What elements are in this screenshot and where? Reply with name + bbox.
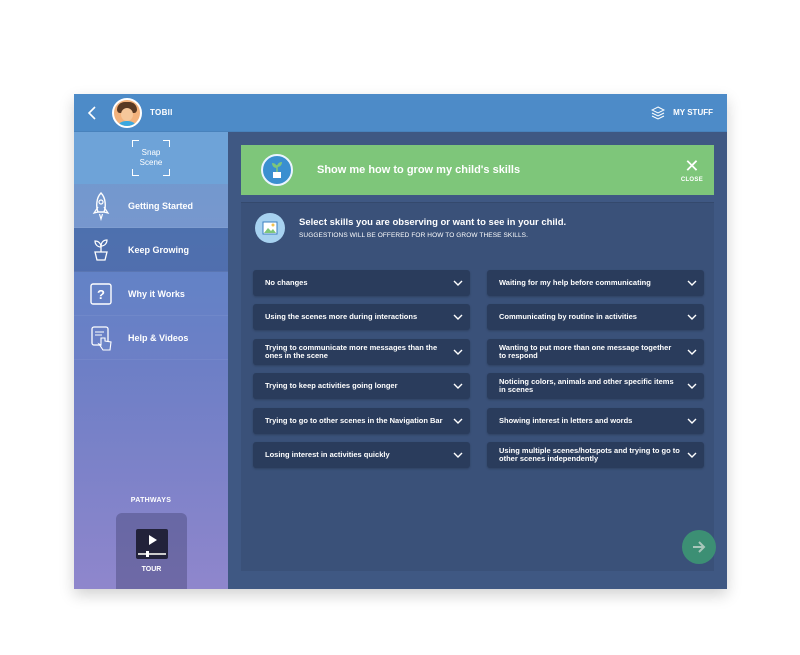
chevron-down-icon <box>680 280 704 286</box>
avatar-face <box>121 107 133 121</box>
chevron-down-icon <box>680 383 704 389</box>
plant-icon <box>74 238 128 262</box>
sidebar-item-label: Keep Growing <box>128 244 190 255</box>
skill-label: Using the scenes more during interaction… <box>265 311 418 321</box>
skill-dropdown[interactable]: Trying to go to other scenes in the Navi… <box>253 408 470 434</box>
hand-touch-icon <box>74 325 128 351</box>
skill-dropdown[interactable]: Waiting for my help before communicating <box>487 270 704 296</box>
snap-scene-logo: Snap Scene <box>132 140 170 176</box>
skill-label: Communicating by routine in activities <box>499 311 637 321</box>
chevron-down-icon <box>446 418 470 424</box>
skill-dropdown[interactable]: Wanting to put more than one message tog… <box>487 339 704 365</box>
back-button[interactable] <box>78 94 106 132</box>
chevron-down-icon <box>446 314 470 320</box>
skill-dropdown[interactable]: Showing interest in letters and words <box>487 408 704 434</box>
skill-label: Losing interest in activities quickly <box>265 449 390 459</box>
chevron-down-icon <box>446 280 470 286</box>
skill-label: Using multiple scenes/hotspots and tryin… <box>499 445 680 463</box>
rocket-icon <box>74 191 128 221</box>
user-name: TOBII <box>150 108 173 117</box>
sidebar-item-label: Help & Videos <box>128 332 189 343</box>
skill-dropdown[interactable]: Communicating by routine in activities <box>487 304 704 330</box>
skill-label: Waiting for my help before communicating <box>499 277 651 287</box>
panel-title: Select skills you are observing or want … <box>299 217 567 228</box>
skill-dropdown[interactable]: No changes <box>253 270 470 296</box>
pathways-label: PATHWAYS <box>130 497 172 504</box>
skill-label: Trying to communicate more messages than… <box>265 342 438 360</box>
top-bar: TOBII MY STUFF <box>74 94 727 132</box>
logo-area: Snap Scene <box>74 132 228 184</box>
skill-label: Wanting to put more than one message tog… <box>499 342 672 360</box>
chevron-down-icon <box>680 452 704 458</box>
panel-subtitle: SUGGESTIONS WILL BE OFFERED FOR HOW TO G… <box>299 232 529 239</box>
main-content: Show me how to grow my child's skills ✕ … <box>228 132 727 589</box>
chevron-down-icon <box>680 349 704 355</box>
header-banner: Show me how to grow my child's skills ✕ … <box>241 145 714 195</box>
arrow-right-icon <box>693 541 706 553</box>
chevron-down-icon <box>446 452 470 458</box>
skill-label: Trying to go to other scenes in the Navi… <box>265 415 443 425</box>
panel-header: Select skills you are observing or want … <box>255 213 566 243</box>
sidebar-item-getting-started[interactable]: Getting Started <box>74 184 228 228</box>
logo-line2: Scene <box>139 158 163 167</box>
skill-dropdown[interactable]: Trying to keep activities going longer <box>253 373 470 399</box>
skill-dropdown[interactable]: Using the scenes more during interaction… <box>253 304 470 330</box>
sidebar: Snap Scene Getting Started Keep Growing … <box>74 132 228 589</box>
sidebar-item-why-it-works[interactable]: ? Why it Works <box>74 272 228 316</box>
chevron-down-icon <box>446 349 470 355</box>
sidebar-item-help-videos[interactable]: Help & Videos <box>74 316 228 360</box>
sidebar-item-label: Getting Started <box>128 200 194 211</box>
my-stuff-label: MY STUFF <box>673 108 713 117</box>
chevron-down-icon <box>680 418 704 424</box>
avatar[interactable] <box>112 97 142 128</box>
tour-label: TOUR <box>141 566 162 573</box>
app-window: TOBII MY STUFF Snap Scene Getting Starte… <box>74 94 727 589</box>
layers-icon <box>651 105 666 120</box>
video-player-icon <box>135 529 168 559</box>
logo-line1: Snap <box>141 148 161 157</box>
plant-pot-icon <box>261 154 293 186</box>
chevron-down-icon <box>446 383 470 389</box>
tour-button[interactable]: TOUR <box>116 513 187 589</box>
avatar-shirt <box>116 120 138 126</box>
chevron-down-icon <box>680 314 704 320</box>
skill-dropdown[interactable]: Losing interest in activities quickly <box>253 442 470 468</box>
sidebar-item-label: Why it Works <box>128 288 185 299</box>
svg-text:?: ? <box>97 287 105 302</box>
image-icon <box>255 213 285 243</box>
banner-title: Show me how to grow my child's skills <box>317 164 521 176</box>
skill-dropdown[interactable]: Using multiple scenes/hotspots and tryin… <box>487 442 704 468</box>
skill-label: Noticing colors, animals and other speci… <box>499 376 674 394</box>
close-label: CLOSE <box>680 176 703 183</box>
skill-dropdown[interactable]: Trying to communicate more messages than… <box>253 339 470 365</box>
skill-label: Showing interest in letters and words <box>499 415 633 425</box>
close-button[interactable]: ✕ CLOSE <box>680 155 703 183</box>
skill-label: Trying to keep activities going longer <box>265 380 398 390</box>
next-button[interactable] <box>682 530 716 564</box>
question-icon: ? <box>74 282 128 306</box>
close-icon: ✕ <box>684 155 700 176</box>
skills-panel: Select skills you are observing or want … <box>241 202 716 571</box>
chevron-left-icon <box>87 105 96 120</box>
my-stuff-button[interactable]: MY STUFF <box>651 105 713 120</box>
sidebar-item-keep-growing[interactable]: Keep Growing <box>74 228 228 272</box>
skill-label: No changes <box>265 277 308 287</box>
skill-dropdown[interactable]: Noticing colors, animals and other speci… <box>487 373 704 399</box>
